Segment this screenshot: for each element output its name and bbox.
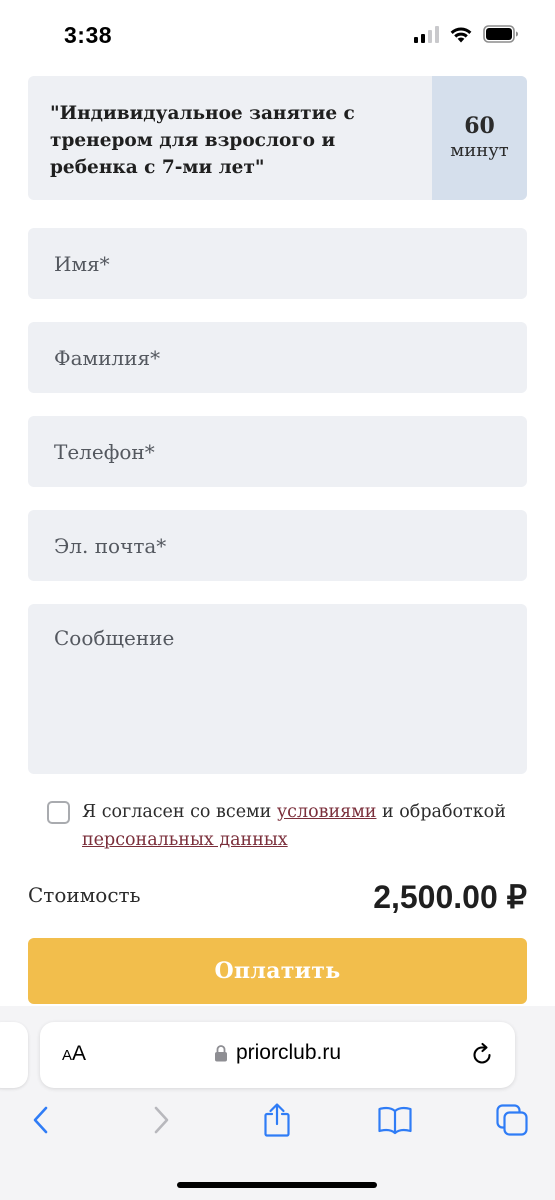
reload-icon[interactable] xyxy=(469,1042,495,1068)
duration-box: 60 минут xyxy=(432,76,527,200)
share-button[interactable] xyxy=(259,1102,295,1138)
email-field[interactable] xyxy=(28,510,527,581)
consent-text-middle: и обработкой xyxy=(376,802,506,822)
product-title: "Индивидуальное занятие с тренером для в… xyxy=(50,103,355,178)
browser-bottom-bar: AA priorclub.ru xyxy=(0,1006,555,1200)
cost-value: 2,500.00 ₽ xyxy=(373,879,527,915)
browser-toolbar xyxy=(0,1102,555,1142)
status-icons xyxy=(414,25,519,43)
message-field[interactable] xyxy=(28,604,527,774)
first-name-field[interactable] xyxy=(28,228,527,299)
cost-label: Стоимость xyxy=(28,883,141,907)
tabs-icon xyxy=(496,1104,528,1136)
share-icon xyxy=(264,1103,290,1137)
phone-field[interactable] xyxy=(28,416,527,487)
previous-tab-preview[interactable] xyxy=(0,1022,28,1088)
duration-unit: минут xyxy=(450,140,509,161)
product-card: "Индивидуальное занятие с тренером для в… xyxy=(28,76,527,200)
back-icon xyxy=(33,1106,48,1134)
cellular-signal-icon xyxy=(414,25,439,43)
duration-value: 60 xyxy=(464,113,495,139)
forward-button[interactable] xyxy=(143,1102,179,1138)
consent-checkbox[interactable] xyxy=(47,801,70,824)
last-name-field[interactable] xyxy=(28,322,527,393)
consent-text-before: Я согласен со всеми xyxy=(82,802,277,822)
wifi-icon xyxy=(450,27,472,43)
battery-icon xyxy=(483,25,518,43)
tabs-button[interactable] xyxy=(494,1102,530,1138)
address-bar[interactable]: AA priorclub.ru xyxy=(40,1022,515,1088)
status-bar: 3:38 xyxy=(0,0,555,72)
bookmarks-icon xyxy=(378,1106,412,1135)
forward-icon xyxy=(154,1106,169,1134)
personal-data-link[interactable]: персональных данных xyxy=(82,830,288,850)
lock-icon xyxy=(214,1045,227,1062)
home-indicator xyxy=(177,1182,377,1188)
back-button[interactable] xyxy=(23,1102,59,1138)
url-text: priorclub.ru xyxy=(235,1041,342,1064)
pay-button[interactable]: Оплатить xyxy=(28,938,527,1004)
bookmarks-button[interactable] xyxy=(377,1102,413,1138)
consent-row: Я согласен со всеми условиями и обработк… xyxy=(47,798,517,854)
url-display[interactable]: priorclub.ru xyxy=(40,1041,515,1065)
consent-text: Я согласен со всеми условиями и обработк… xyxy=(82,798,517,854)
terms-link[interactable]: условиями xyxy=(277,802,377,822)
status-time: 3:38 xyxy=(64,22,113,48)
